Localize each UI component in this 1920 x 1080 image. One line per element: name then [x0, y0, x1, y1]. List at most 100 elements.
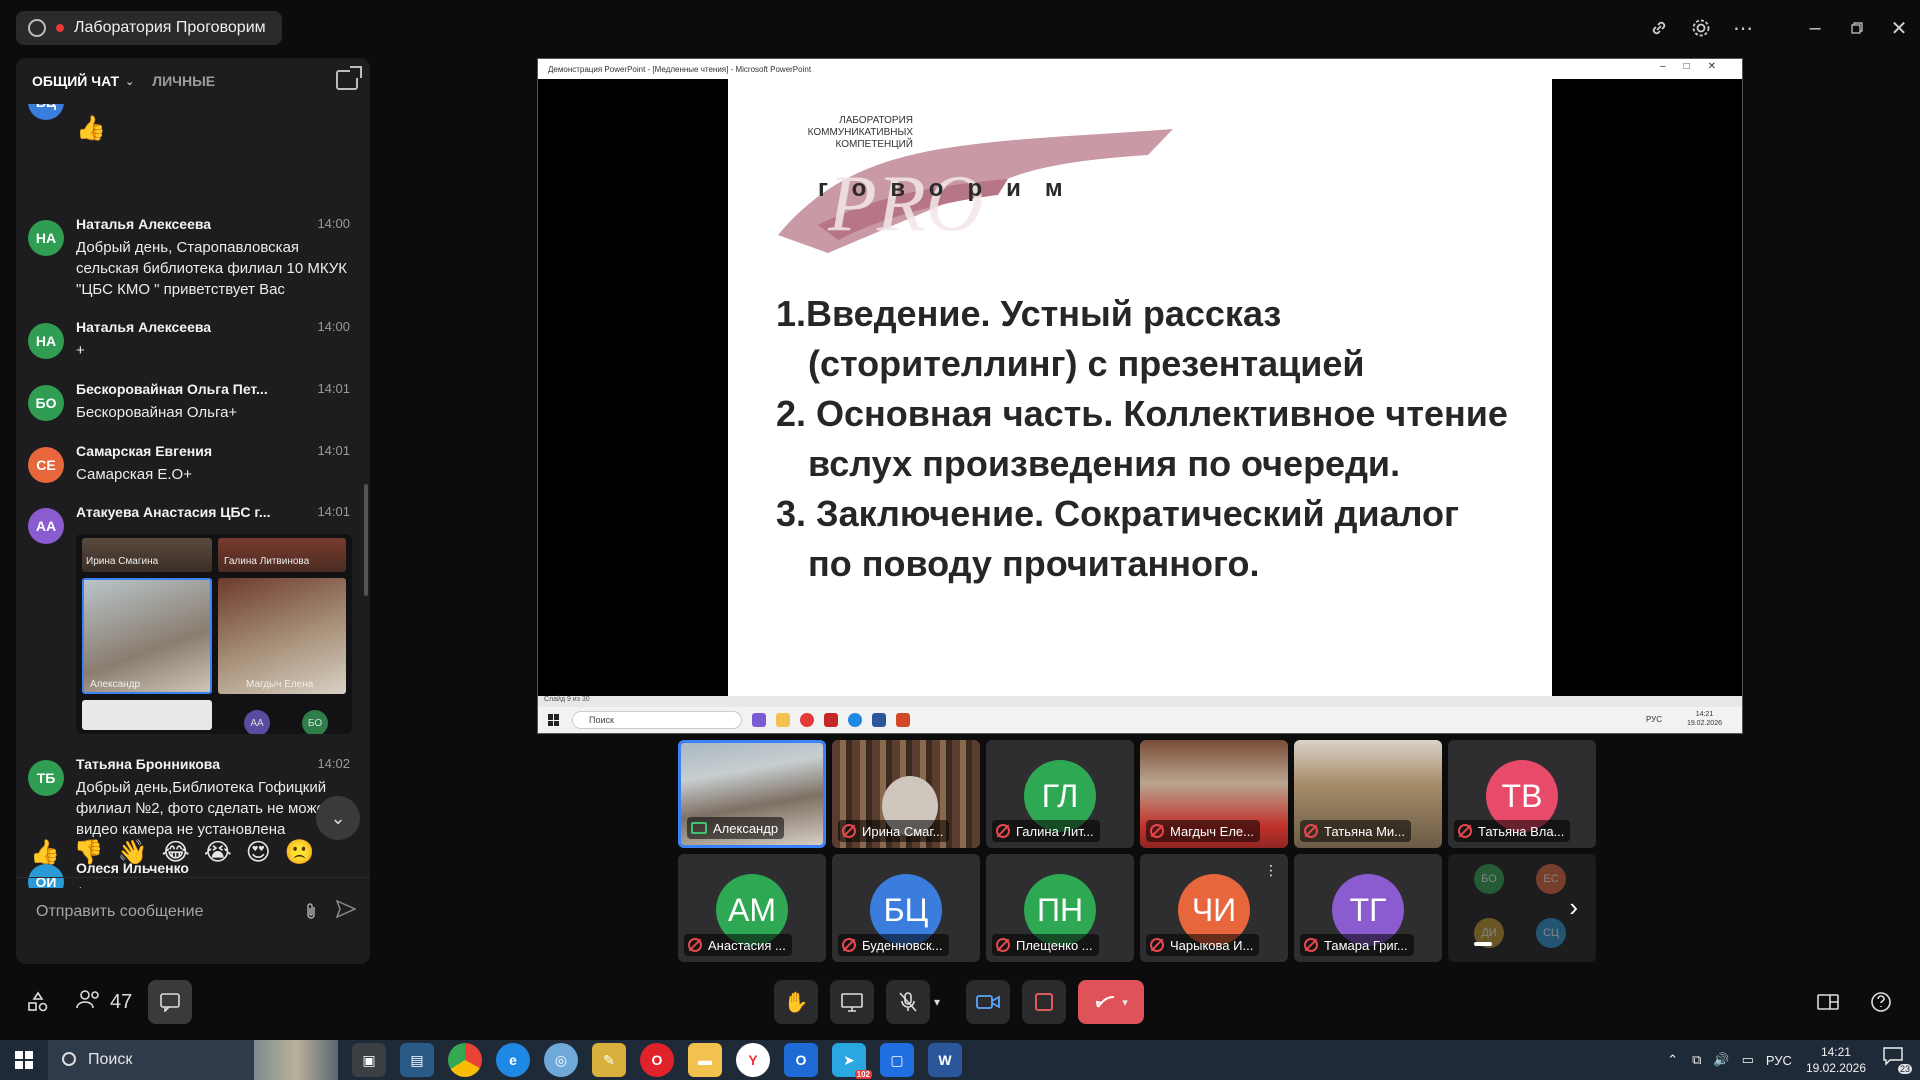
message-composer[interactable]: Отправить сообщение: [16, 888, 370, 936]
emoji-wave[interactable]: 👋: [118, 838, 148, 867]
message-text: Бескоровайная Ольга+: [76, 404, 238, 421]
emoji-thumbs-up[interactable]: 👍: [30, 838, 60, 867]
folder-icon[interactable]: ▬: [688, 1043, 722, 1077]
popout-icon[interactable]: [336, 66, 362, 90]
taskbar-app-tools[interactable]: ✎: [592, 1043, 626, 1077]
network-icon[interactable]: ▭: [1742, 1052, 1754, 1068]
send-icon[interactable]: [335, 899, 357, 924]
link-icon[interactable]: [1638, 7, 1680, 49]
participant-tile[interactable]: ТВ Татьяна Вла...: [1448, 740, 1596, 848]
room-title-pill[interactable]: Лаборатория Проговорим: [16, 11, 282, 45]
participant-tile[interactable]: Магдыч Еле...: [1140, 740, 1288, 848]
participant-tile[interactable]: Александр: [678, 740, 826, 848]
participant-tile[interactable]: БЦ Буденновск...: [832, 854, 980, 962]
yandex-icon[interactable]: Y: [736, 1043, 770, 1077]
edge-icon[interactable]: e: [496, 1043, 530, 1077]
participant-tile[interactable]: Татьяна Ми...: [1294, 740, 1442, 848]
outlook-icon[interactable]: O: [784, 1043, 818, 1077]
message-input[interactable]: Отправить сообщение: [36, 903, 203, 921]
language-indicator[interactable]: РУС: [1766, 1053, 1792, 1068]
page-indicator: [1474, 942, 1492, 946]
opera-icon[interactable]: O: [640, 1043, 674, 1077]
record-button[interactable]: [1022, 980, 1066, 1024]
leave-call-button[interactable]: ▾: [1078, 980, 1144, 1024]
lab-line: КОМПЕТЕНЦИЙ: [835, 139, 913, 150]
camera-button[interactable]: [966, 980, 1010, 1024]
list-item: СЕ Самарская Евгения 14:01 Самарская Е.О…: [28, 443, 358, 489]
participants-count: 47: [110, 990, 133, 1013]
volume-icon[interactable]: 🔊: [1713, 1052, 1729, 1068]
taskbar-app-globe[interactable]: ◎: [544, 1043, 578, 1077]
gear-icon[interactable]: [1680, 7, 1722, 49]
mic-off-icon: [996, 938, 1010, 952]
screen-share-icon: [691, 822, 707, 834]
chevron-right-icon[interactable]: ›: [1569, 892, 1578, 923]
emoji-cry[interactable]: 😭: [204, 838, 232, 867]
participant-tile[interactable]: ЧИ ⋮ Чарыкова И...: [1140, 854, 1288, 962]
mic-options-chevron-icon[interactable]: ▾: [934, 980, 940, 1024]
more-vertical-icon[interactable]: ⋮: [1264, 862, 1278, 879]
record-stop-icon: [1035, 993, 1053, 1011]
participant-tile[interactable]: Ирина Смаг...: [832, 740, 980, 848]
layout-icon[interactable]: [1816, 980, 1840, 1024]
list-item: БО Бескоровайная Ольга Пет... 14:01 Беск…: [28, 381, 358, 427]
taskbar-search-label: Поиск: [88, 1051, 133, 1068]
attach-icon[interactable]: [304, 902, 318, 925]
microphone-button[interactable]: [886, 980, 930, 1024]
taskbar-clock[interactable]: 14:21 19.02.2026: [1806, 1044, 1866, 1076]
avatar: НА: [28, 323, 64, 359]
participant-tile[interactable]: ПН Плещенко ...: [986, 854, 1134, 962]
notification-button[interactable]: 23: [1882, 1046, 1912, 1074]
top-bar: Лаборатория Проговорим ⋯ – ✕: [0, 0, 1920, 56]
chevron-up-icon[interactable]: ⌃: [1667, 1052, 1678, 1068]
participants-button[interactable]: 47: [76, 980, 132, 1024]
taskbar-app-messenger[interactable]: ➤ 102: [832, 1043, 872, 1079]
mic-off-icon: [996, 824, 1010, 838]
more-participants-tile[interactable]: БО ЕС ДИ СЦ ›: [1448, 854, 1596, 962]
avatar: БЦ: [28, 104, 64, 120]
screen-share-button[interactable]: [830, 980, 874, 1024]
participant-label: Магдыч Еле...: [1146, 820, 1260, 842]
word-icon[interactable]: W: [928, 1043, 962, 1077]
participant-tile[interactable]: ГЛ Галина Лит...: [986, 740, 1134, 848]
avatar: СЕ: [28, 447, 64, 483]
list-item: НА Наталья Алексеева 14:00 +: [28, 319, 358, 365]
taskbar-app-meet[interactable]: ▤: [400, 1043, 434, 1077]
close-icon[interactable]: ✕: [1878, 7, 1920, 49]
apps-icon[interactable]: [26, 980, 50, 1024]
chat-scrollbar[interactable]: [364, 484, 368, 596]
participant-name: Плещенко ...: [1016, 937, 1093, 953]
agenda-list: 1.Введение. Устный рассказ (сторителлинг…: [776, 289, 1536, 589]
sender-name: Атакуева Анастасия ЦБС г...: [76, 504, 271, 520]
emoji-sad[interactable]: 🙁: [285, 838, 315, 867]
list-item: БЦ 👍: [28, 104, 358, 144]
emoji-thumbs-down[interactable]: 👎: [74, 838, 104, 867]
restore-icon[interactable]: [1836, 7, 1878, 49]
participant-tile[interactable]: АМ Анастасия ...: [678, 854, 826, 962]
chat-toggle-button[interactable]: [148, 980, 192, 1024]
message-list[interactable]: БЦ 👍 НА Наталья Алексеева 14:00 Добрый д…: [16, 104, 370, 888]
camera-tray-icon[interactable]: ⧉: [1692, 1052, 1701, 1068]
minimize-icon[interactable]: –: [1794, 7, 1836, 49]
ppt-title-text: Демонстрация PowerPoint - [Медленные чте…: [548, 64, 812, 74]
chrome-icon[interactable]: [448, 1043, 482, 1077]
logo-subtitle: говорим: [818, 175, 1087, 202]
search-icon: [62, 1052, 76, 1066]
agenda-item: 2. Основная часть. Коллективное чтение: [776, 393, 1508, 434]
start-button[interactable]: [0, 1040, 48, 1080]
emoji-heart-eyes[interactable]: 😍: [246, 838, 271, 867]
tab-general-chat[interactable]: ОБЩИЙ ЧАТ ⌄: [32, 73, 134, 89]
taskbar-app-conference[interactable]: ▢: [880, 1043, 914, 1077]
tab-personal[interactable]: ЛИЧНЫЕ: [152, 73, 215, 89]
help-icon[interactable]: [1870, 980, 1892, 1024]
participant-tile[interactable]: ТГ Тамара Григ...: [1294, 854, 1442, 962]
shared-clock: 14:21 19.02.2026: [1687, 710, 1722, 728]
photo-attachment[interactable]: Ирина Смагина Галина Литвинова Александр…: [76, 534, 352, 734]
taskbar-search[interactable]: Поиск: [48, 1040, 338, 1080]
shared-taskbar: Поиск РУС 14:21 19.02.2026: [538, 707, 1742, 733]
taskbar-app-capture[interactable]: ▣: [352, 1043, 386, 1077]
emoji-laugh[interactable]: 😂: [162, 838, 190, 867]
raise-hand-button[interactable]: ✋: [774, 980, 818, 1024]
more-dots-icon[interactable]: ⋯: [1722, 7, 1764, 49]
app-badge: 102: [854, 1070, 872, 1079]
